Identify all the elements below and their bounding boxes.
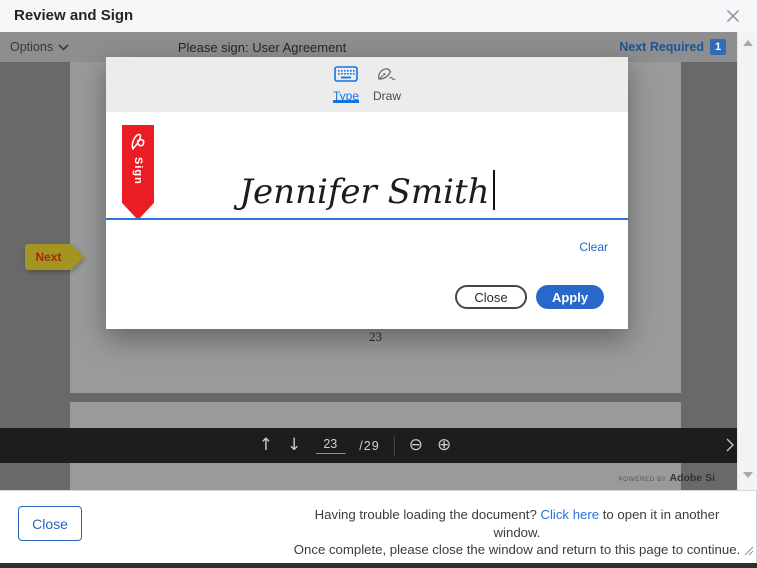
page-number-input[interactable] — [315, 437, 345, 454]
next-page-button[interactable]: ↓ — [287, 437, 301, 454]
help-text: Having trouble loading the document? Cli… — [290, 506, 744, 559]
help-line1-prefix: Having trouble loading the document? — [315, 507, 541, 522]
dialog-actions: Close Apply — [455, 285, 604, 309]
previous-page-button[interactable]: ↑ — [259, 437, 273, 454]
pdf-toolbar: ↑ ↓ /29 ⊖ ⊕ — [0, 428, 737, 463]
zoom-out-button[interactable]: ⊖ — [409, 437, 423, 454]
adobe-brand-label: Adobe Si — [669, 472, 715, 484]
help-line-1: Having trouble loading the document? Cli… — [290, 506, 744, 541]
tab-type[interactable]: Type — [333, 57, 359, 103]
signature-value: Jennifer Smith — [239, 172, 489, 212]
options-menu-button[interactable]: Options — [10, 32, 69, 62]
options-label: Options — [10, 40, 53, 54]
tab-type-label: Type — [333, 89, 359, 103]
page-total-label: /29 — [359, 439, 379, 453]
next-required-button[interactable]: Next Required 1 — [619, 32, 726, 62]
tab-draw-label: Draw — [373, 89, 401, 103]
zoom-in-button[interactable]: ⊕ — [437, 437, 451, 454]
scroll-up-arrow[interactable] — [743, 40, 753, 46]
next-tag-label: Next — [35, 250, 61, 264]
page-footer: Close Having trouble loading the documen… — [0, 490, 757, 563]
next-required-label: Next Required — [619, 40, 704, 54]
tab-draw[interactable]: Draw — [373, 57, 401, 103]
window-bottom-edge — [0, 563, 757, 568]
signature-dialog: Type Draw — [106, 57, 628, 329]
signature-text-field[interactable]: Jennifer Smith — [106, 170, 628, 212]
signature-baseline — [106, 218, 628, 220]
click-here-link[interactable]: Click here — [540, 507, 599, 522]
next-field-arrow[interactable]: Next — [25, 244, 72, 270]
window-title: Review and Sign — [14, 7, 133, 24]
window-close-icon[interactable] — [725, 8, 741, 24]
help-line-2: Once complete, please close the window a… — [290, 541, 744, 559]
toolbar-divider — [394, 436, 395, 456]
powered-by-label: POWERED BY — [618, 476, 666, 483]
chevron-right-icon[interactable] — [725, 438, 735, 457]
apply-button[interactable]: Apply — [536, 285, 604, 309]
chevron-down-icon — [58, 40, 69, 54]
pager-controls: ↑ ↓ /29 ⊖ ⊕ — [259, 428, 451, 463]
pen-icon — [376, 66, 398, 85]
footer-close-button[interactable]: Close — [18, 506, 82, 541]
total-pages: 29 — [364, 439, 380, 453]
text-caret — [493, 170, 495, 210]
resize-handle-icon[interactable] — [744, 543, 754, 561]
powered-by-adobe: POWERED BYAdobe Si — [618, 468, 715, 486]
window-titlebar: Review and Sign — [0, 0, 757, 32]
scroll-down-arrow[interactable] — [743, 472, 753, 478]
document-scrollbar[interactable] — [737, 32, 757, 490]
signature-dialog-header: Type Draw — [106, 57, 628, 112]
signature-dialog-body: Sign Jennifer Smith Clear Close Apply — [106, 112, 628, 329]
required-count-badge: 1 — [710, 39, 726, 55]
adobe-logo-icon — [128, 130, 148, 159]
review-and-sign-window: Review and Sign Options Please sign: Use… — [0, 0, 757, 568]
page-number-label: 23 — [369, 329, 382, 345]
dialog-close-button[interactable]: Close — [455, 285, 527, 309]
next-arrow-tip — [71, 244, 84, 270]
keyboard-icon — [334, 66, 358, 85]
clear-link[interactable]: Clear — [579, 240, 608, 254]
